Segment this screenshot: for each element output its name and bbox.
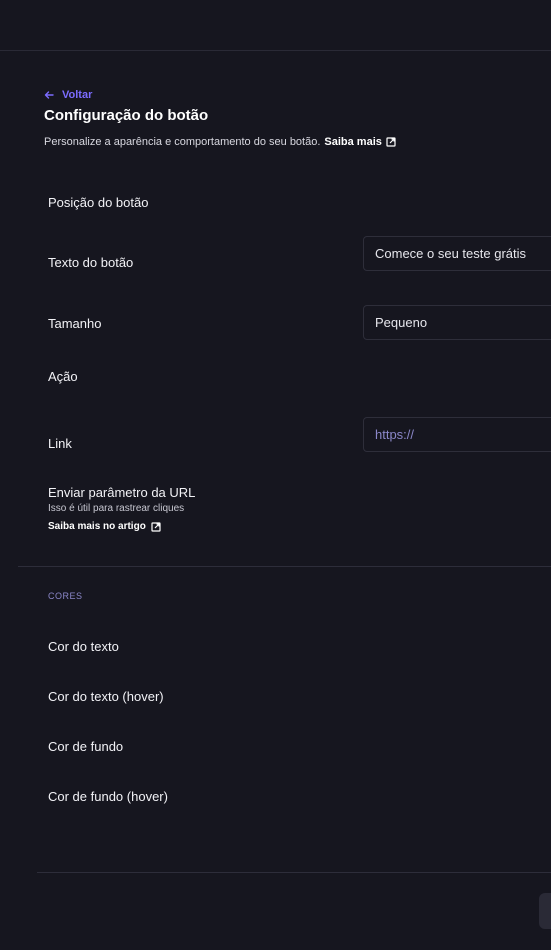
link-input[interactable] <box>363 417 551 452</box>
external-link-icon <box>151 521 161 532</box>
link-input-field[interactable] <box>375 427 547 442</box>
subtitle-text: Personalize a aparência e comportamento … <box>44 136 321 148</box>
text-color-hover-label: Cor do texto (hover) <box>48 689 164 704</box>
section-divider <box>18 566 551 567</box>
background-color-hover-label: Cor de fundo (hover) <box>48 789 168 804</box>
size-select[interactable]: Pequeno <box>363 305 551 340</box>
back-link[interactable]: Voltar <box>44 89 92 101</box>
background-color-label: Cor de fundo <box>48 739 124 754</box>
footer-divider <box>37 872 551 873</box>
back-label: Voltar <box>62 89 93 101</box>
size-label: Tamanho <box>48 316 102 331</box>
size-value: Pequeno <box>375 315 428 330</box>
url-param-hint: Isso é útil para rastrear cliques <box>48 503 185 514</box>
url-param-label: Enviar parâmetro da URL <box>48 485 196 500</box>
top-bar <box>0 0 551 51</box>
arrow-left-icon <box>44 91 54 99</box>
scroll-handle[interactable] <box>539 893 551 929</box>
button-text-label: Texto do botão <box>48 255 134 270</box>
text-color-label: Cor do texto <box>48 639 119 654</box>
button-text-value[interactable] <box>375 246 547 261</box>
page-title: Configuração do botão <box>44 107 209 124</box>
colors-section-heading: CORES <box>48 591 83 601</box>
button-text-input[interactable] <box>363 236 551 271</box>
button-position-label: Posição do botão <box>48 195 149 210</box>
learn-more-label: Saiba mais <box>324 136 382 148</box>
action-label: Ação <box>48 369 78 384</box>
article-link[interactable]: Saiba mais no artigo <box>48 521 161 532</box>
page-subtitle: Personalize a aparência e comportamento … <box>44 136 396 148</box>
article-link-label: Saiba mais no artigo <box>48 521 146 532</box>
external-link-icon <box>386 137 396 147</box>
link-label: Link <box>48 436 72 451</box>
learn-more-link[interactable]: Saiba mais <box>324 136 396 148</box>
